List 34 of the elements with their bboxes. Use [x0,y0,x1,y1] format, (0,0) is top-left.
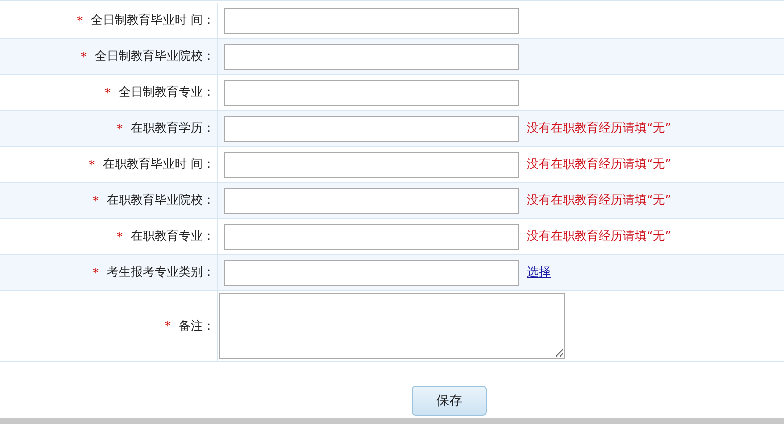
field-label: 在职教育毕业院校： [107,192,215,209]
required-asterisk: * [81,50,87,64]
required-asterisk: * [93,266,99,280]
input-field[interactable] [224,152,519,178]
required-asterisk: * [89,158,96,172]
field-label: 备注： [179,318,215,334]
field-label: 全日制教育毕业时 间： [91,12,215,29]
input-field[interactable] [224,116,519,142]
hint-text: 没有在职教育经历请填“无” [527,120,672,137]
field-label: 全日制教育毕业院校： [95,48,215,65]
field-label: 在职教育专业： [131,228,215,245]
required-asterisk: * [77,14,84,28]
field-label: 在职教育学历： [131,120,215,137]
select-link[interactable]: 选择 [527,264,551,281]
scrollbar[interactable] [0,418,784,424]
hint-text: 没有在职教育经历请填“无” [527,228,672,245]
input-field[interactable] [224,44,519,70]
input-field[interactable] [224,80,519,106]
required-asterisk: * [117,122,123,136]
remarks-field[interactable] [219,293,565,359]
input-field[interactable] [224,188,519,214]
save-button[interactable]: 保存 [412,386,487,416]
field-label: 全日制教育专业： [119,84,215,101]
required-asterisk: * [117,230,123,244]
field-label: 在职教育毕业时 间： [103,156,215,173]
hint-text: 没有在职教育经历请填“无” [527,156,672,173]
required-asterisk: * [105,86,111,100]
input-field[interactable] [224,8,519,34]
field-label: 考生报考专业类别： [107,264,215,281]
hint-text: 没有在职教育经历请填“无” [527,192,672,209]
input-field[interactable] [224,260,519,286]
input-field[interactable] [224,224,519,250]
required-asterisk: * [93,194,99,208]
required-asterisk: * [165,319,171,333]
